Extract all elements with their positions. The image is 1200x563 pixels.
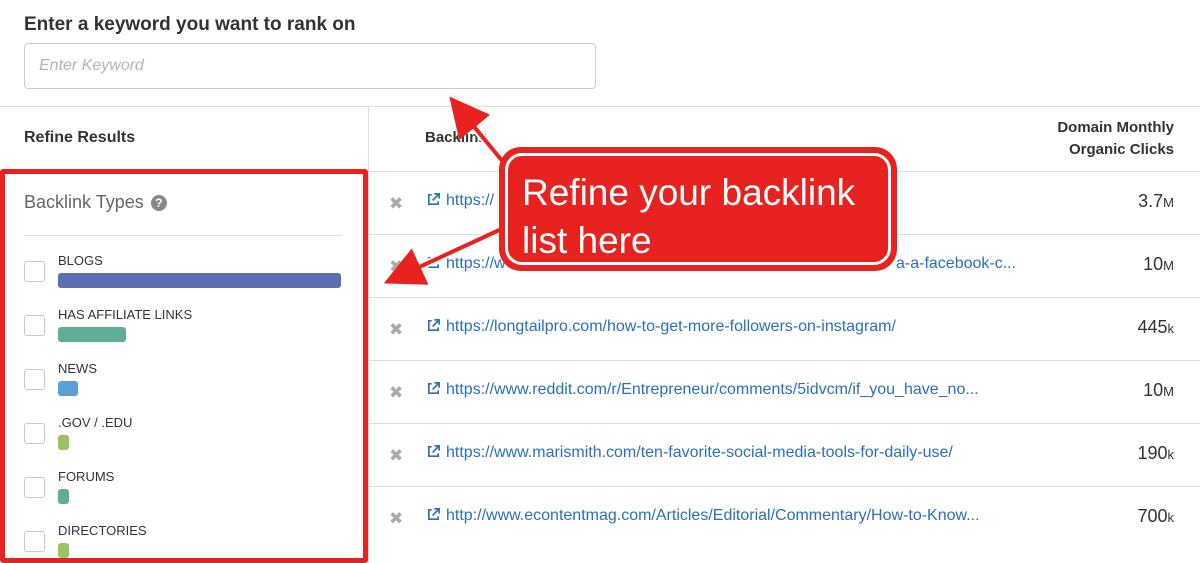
- backlink-type-label: HAS AFFILIATE LINKS: [58, 307, 193, 322]
- help-icon[interactable]: ?: [150, 195, 167, 211]
- backlink-types-title: Backlink Types ?: [24, 192, 167, 213]
- organic-clicks-value: 700k: [1137, 506, 1174, 527]
- backlink-url[interactable]: http://www.econtentmag.com/Articles/Edit…: [446, 507, 980, 525]
- callout-text: Refine your backlink list here: [522, 172, 856, 261]
- organic-clicks-value: 445k: [1137, 317, 1174, 338]
- backlink-type-bar: [58, 327, 126, 342]
- backlink-type-row[interactable]: FORUMS: [24, 469, 342, 509]
- table-row: ✖ https://longtailpro.com/how-to-get-more…: [369, 297, 1200, 360]
- clicks-column-header[interactable]: Domain Monthly Organic Clicks: [1057, 117, 1174, 161]
- backlink-type-checkbox[interactable]: [24, 531, 45, 552]
- backlink-type-checkbox[interactable]: [24, 423, 45, 444]
- backlink-type-row[interactable]: BLOGS: [24, 253, 342, 293]
- external-link-icon[interactable]: [426, 255, 441, 270]
- organic-clicks-value: 190k: [1137, 443, 1174, 464]
- backlink-type-label: NEWS: [58, 361, 97, 376]
- clicks-number: 700: [1137, 506, 1168, 526]
- backlink-url[interactable]: https://www.reddit.com/r/Entrepreneur/co…: [446, 381, 979, 399]
- clicks-number: 190: [1137, 443, 1168, 463]
- external-link-icon[interactable]: [426, 507, 441, 522]
- remove-icon[interactable]: ✖: [389, 509, 403, 529]
- backlink-type-checkbox[interactable]: [24, 369, 45, 390]
- clicks-header-line2: Organic Clicks: [1068, 141, 1174, 158]
- backlink-url[interactable]: https://w: [446, 255, 506, 273]
- clicks-unit: k: [1167, 447, 1175, 462]
- clicks-number: 3.7: [1138, 191, 1164, 211]
- external-link-icon[interactable]: [426, 192, 441, 207]
- clicks-number: 10: [1143, 254, 1164, 274]
- backlink-type-label: BLOGS: [58, 253, 103, 268]
- external-link-icon[interactable]: [426, 381, 441, 396]
- table-row: ✖ http://www.econtentmag.com/Articles/Edi…: [369, 486, 1200, 549]
- organic-clicks-value: 10M: [1143, 380, 1174, 401]
- backlink-type-bar: [58, 489, 69, 504]
- external-link-icon[interactable]: [426, 318, 441, 333]
- clicks-unit: k: [1167, 510, 1175, 525]
- backlink-type-row[interactable]: NEWS: [24, 361, 342, 401]
- backlink-url[interactable]: https://longtailpro.com/how-to-get-more-…: [446, 318, 896, 336]
- remove-icon[interactable]: ✖: [389, 194, 403, 214]
- refine-results-title: Refine Results: [24, 129, 136, 146]
- remove-icon[interactable]: ✖: [389, 383, 403, 403]
- remove-icon[interactable]: ✖: [389, 257, 403, 277]
- backlink-type-label: .GOV / .EDU: [58, 415, 133, 430]
- backlink-url[interactable]: https://www.marismith.com/ten-favorite-s…: [446, 444, 953, 462]
- clicks-header-line1: Domain Monthly: [1057, 119, 1174, 136]
- header-divider: [0, 106, 1200, 107]
- table-row: ✖ https://www.marismith.com/ten-favorite-…: [369, 423, 1200, 486]
- backlink-type-row[interactable]: HAS AFFILIATE LINKS: [24, 307, 342, 347]
- clicks-number: 445: [1137, 317, 1168, 337]
- callout-bubble: Refine your backlink list here: [499, 147, 897, 271]
- backlink-type-label: FORUMS: [58, 469, 115, 484]
- remove-icon[interactable]: ✖: [389, 320, 403, 340]
- backlink-type-checkbox[interactable]: [24, 261, 45, 282]
- organic-clicks-value: 10M: [1143, 254, 1174, 275]
- backlink-type-label: DIRECTORIES: [58, 523, 147, 538]
- backlink-url[interactable]: https://: [446, 192, 494, 210]
- backlink-type-row[interactable]: DIRECTORIES: [24, 523, 342, 563]
- backlink-type-checkbox[interactable]: [24, 315, 45, 336]
- callout-inner: Refine your backlink list here: [505, 153, 891, 265]
- backlink-type-bar: [58, 273, 341, 288]
- organic-clicks-value: 3.7M: [1138, 191, 1174, 212]
- backlink-url-tail[interactable]: a-a-facebook-c...: [896, 255, 1016, 273]
- keyword-label: Enter a keyword you want to rank on: [24, 14, 356, 35]
- backlink-type-checkbox[interactable]: [24, 477, 45, 498]
- clicks-number: 10: [1143, 380, 1164, 400]
- keyword-input[interactable]: [24, 43, 596, 89]
- clicks-unit: k: [1167, 321, 1175, 336]
- backlink-column-header[interactable]: Backlink: [425, 129, 487, 146]
- backlink-types-label: Backlink Types: [24, 192, 144, 212]
- backlink-type-bar: [58, 435, 69, 450]
- backlink-type-bar: [58, 543, 69, 558]
- clicks-unit: M: [1163, 258, 1174, 273]
- clicks-unit: M: [1163, 384, 1174, 399]
- backlink-types-divider: [24, 235, 342, 236]
- backlink-type-row[interactable]: .GOV / .EDU: [24, 415, 342, 455]
- remove-icon[interactable]: ✖: [389, 446, 403, 466]
- table-row: ✖ https://www.reddit.com/r/Entrepreneur/c…: [369, 360, 1200, 423]
- external-link-icon[interactable]: [426, 444, 441, 459]
- backlink-type-bar: [58, 381, 78, 396]
- clicks-unit: M: [1163, 195, 1174, 210]
